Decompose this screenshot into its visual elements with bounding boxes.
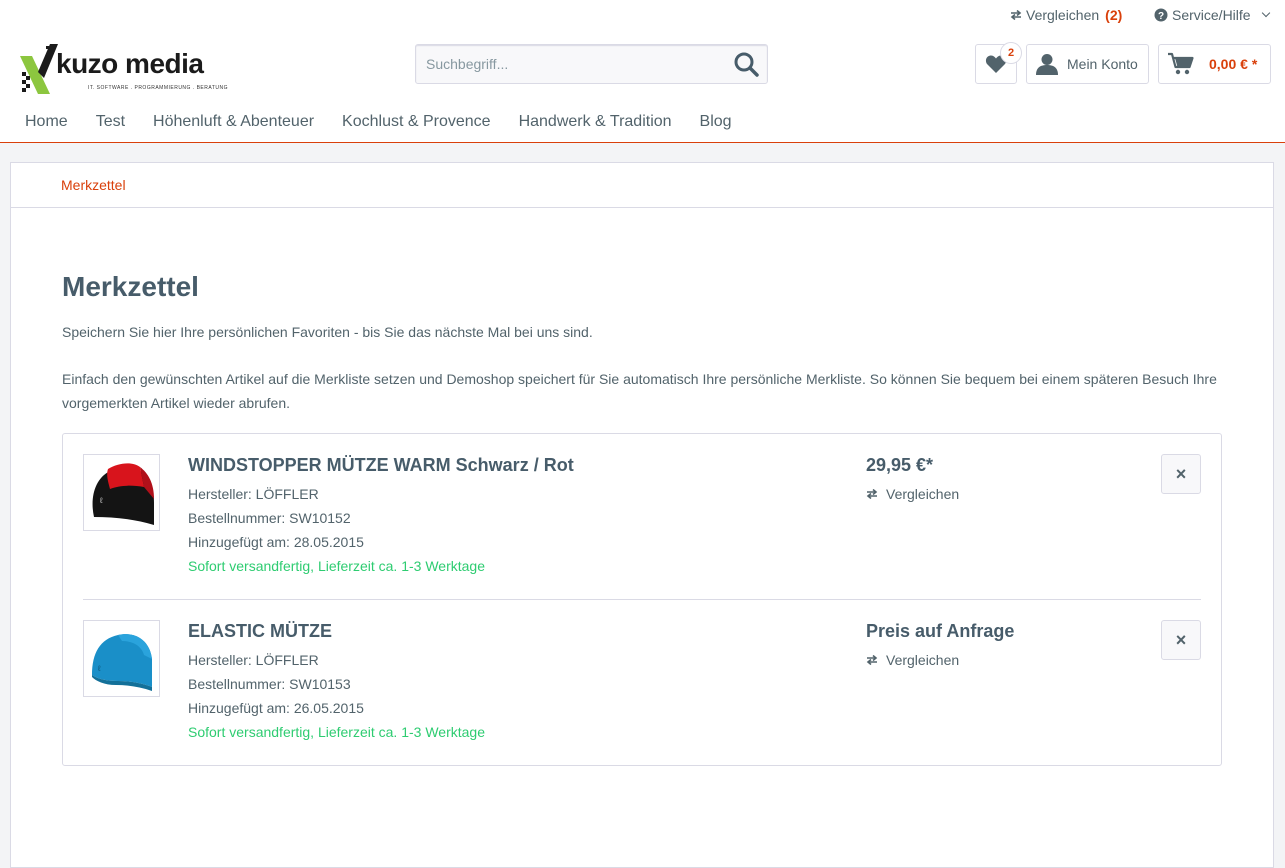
account-button[interactable]: Mein Konto (1026, 44, 1149, 84)
chevron-down-icon (1261, 8, 1270, 18)
logo-tagline: IT. SOFTWARE . PROGRAMMIERUNG . BERATUNG (88, 85, 229, 91)
search-icon (734, 52, 759, 77)
svg-text:?: ? (1158, 11, 1164, 22)
service-menu[interactable]: ? Service/Hilfe (1154, 7, 1270, 23)
delivery-status: Sofort versandfertig, Lieferzeit ca. 1-3… (188, 724, 485, 740)
list-item: ℓ WINDSTOPPER MÜTZE WARM Schwarz / Rot H… (83, 454, 1201, 600)
remove-item-button[interactable]: × (1161, 620, 1201, 660)
nav-item-hoehenluft[interactable]: Höhenluft & Abenteuer (153, 113, 314, 131)
svg-text:ℓ: ℓ (99, 496, 103, 505)
breadcrumb: Merkzettel (11, 163, 1273, 208)
nav-item-kochlust[interactable]: Kochlust & Provence (342, 113, 491, 131)
breadcrumb-current[interactable]: Merkzettel (61, 177, 126, 193)
page-title: Merkzettel (62, 271, 199, 302)
site-header: Vergleichen (2) ? Service/Hilfe kuzo med… (0, 0, 1285, 143)
compare-link[interactable]: Vergleichen (2) (1010, 7, 1122, 23)
blue-beanie-image: ℓ (92, 634, 152, 691)
wishlist-count-badge: 2 (1000, 42, 1022, 64)
cart-icon (1168, 52, 1194, 75)
product-manufacturer: Hersteller: LÖFFLER (188, 652, 319, 668)
compare-icon (866, 489, 878, 499)
remove-item-button[interactable]: × (1161, 454, 1201, 494)
compare-button-label: Vergleichen (886, 486, 960, 502)
product-order-number: Bestellnummer: SW10152 (188, 510, 351, 526)
product-name[interactable]: WINDSTOPPER MÜTZE WARM Schwarz / Rot (188, 455, 574, 476)
nav-item-blog[interactable]: Blog (700, 113, 732, 131)
product-name[interactable]: ELASTIC MÜTZE (188, 621, 332, 642)
compare-button[interactable]: Vergleichen (866, 652, 959, 668)
wishlist: ℓ WINDSTOPPER MÜTZE WARM Schwarz / Rot H… (62, 433, 1222, 766)
compare-link-label: Vergleichen (1026, 7, 1100, 23)
logo[interactable]: kuzo media IT. SOFTWARE . PROGRAMMIERUNG… (20, 42, 228, 96)
delivery-status: Sofort versandfertig, Lieferzeit ca. 1-3… (188, 558, 485, 574)
nav-item-test[interactable]: Test (96, 113, 125, 131)
logo-text: kuzo media (56, 48, 204, 79)
list-item: ℓ ELASTIC MÜTZE Hersteller: LÖFFLER Best… (83, 620, 1201, 766)
product-image[interactable]: ℓ (83, 620, 160, 697)
search-box (415, 44, 768, 84)
compare-icon (1010, 10, 1022, 20)
help-icon: ? (1154, 8, 1168, 22)
compare-button[interactable]: Vergleichen (866, 486, 959, 502)
product-manufacturer: Hersteller: LÖFFLER (188, 486, 319, 502)
product-image[interactable]: ℓ (83, 454, 160, 531)
wishlist-button[interactable]: 2 (975, 42, 1022, 84)
nav-item-home[interactable]: Home (25, 113, 68, 131)
main-nav: Home Test Höhenluft & Abenteuer Kochlust… (25, 113, 732, 131)
nav-item-handwerk[interactable]: Handwerk & Tradition (519, 113, 672, 131)
intro-text: Speichern Sie hier Ihre persönlichen Fav… (62, 324, 593, 340)
intro-description: Einfach den gewünschten Artikel auf die … (62, 371, 1217, 411)
service-menu-label: Service/Hilfe (1172, 7, 1251, 23)
search-button[interactable] (733, 51, 761, 79)
search-input[interactable] (416, 45, 716, 83)
compare-button-label: Vergleichen (886, 652, 960, 668)
product-added-date: Hinzugefügt am: 28.05.2015 (188, 534, 364, 550)
product-price: Preis auf Anfrage (866, 621, 1015, 641)
close-icon: × (1175, 463, 1187, 484)
black-red-beanie-image: ℓ (92, 463, 154, 525)
product-price: 29,95 €* (866, 455, 934, 475)
user-icon (1036, 54, 1058, 75)
svg-text:ℓ: ℓ (97, 664, 101, 673)
account-label: Mein Konto (1067, 56, 1138, 72)
compare-icon (866, 655, 878, 665)
product-order-number: Bestellnummer: SW10153 (188, 676, 351, 692)
compare-count: (2) (1105, 7, 1123, 23)
content-panel: Merkzettel Merkzettel Speichern Sie hier… (10, 162, 1274, 868)
close-icon: × (1175, 629, 1187, 650)
cart-button[interactable]: 0,00 € * (1158, 44, 1271, 84)
cart-amount: 0,00 € * (1209, 56, 1258, 72)
product-added-date: Hinzugefügt am: 26.05.2015 (188, 700, 364, 716)
logo-mark-icon (20, 44, 58, 94)
